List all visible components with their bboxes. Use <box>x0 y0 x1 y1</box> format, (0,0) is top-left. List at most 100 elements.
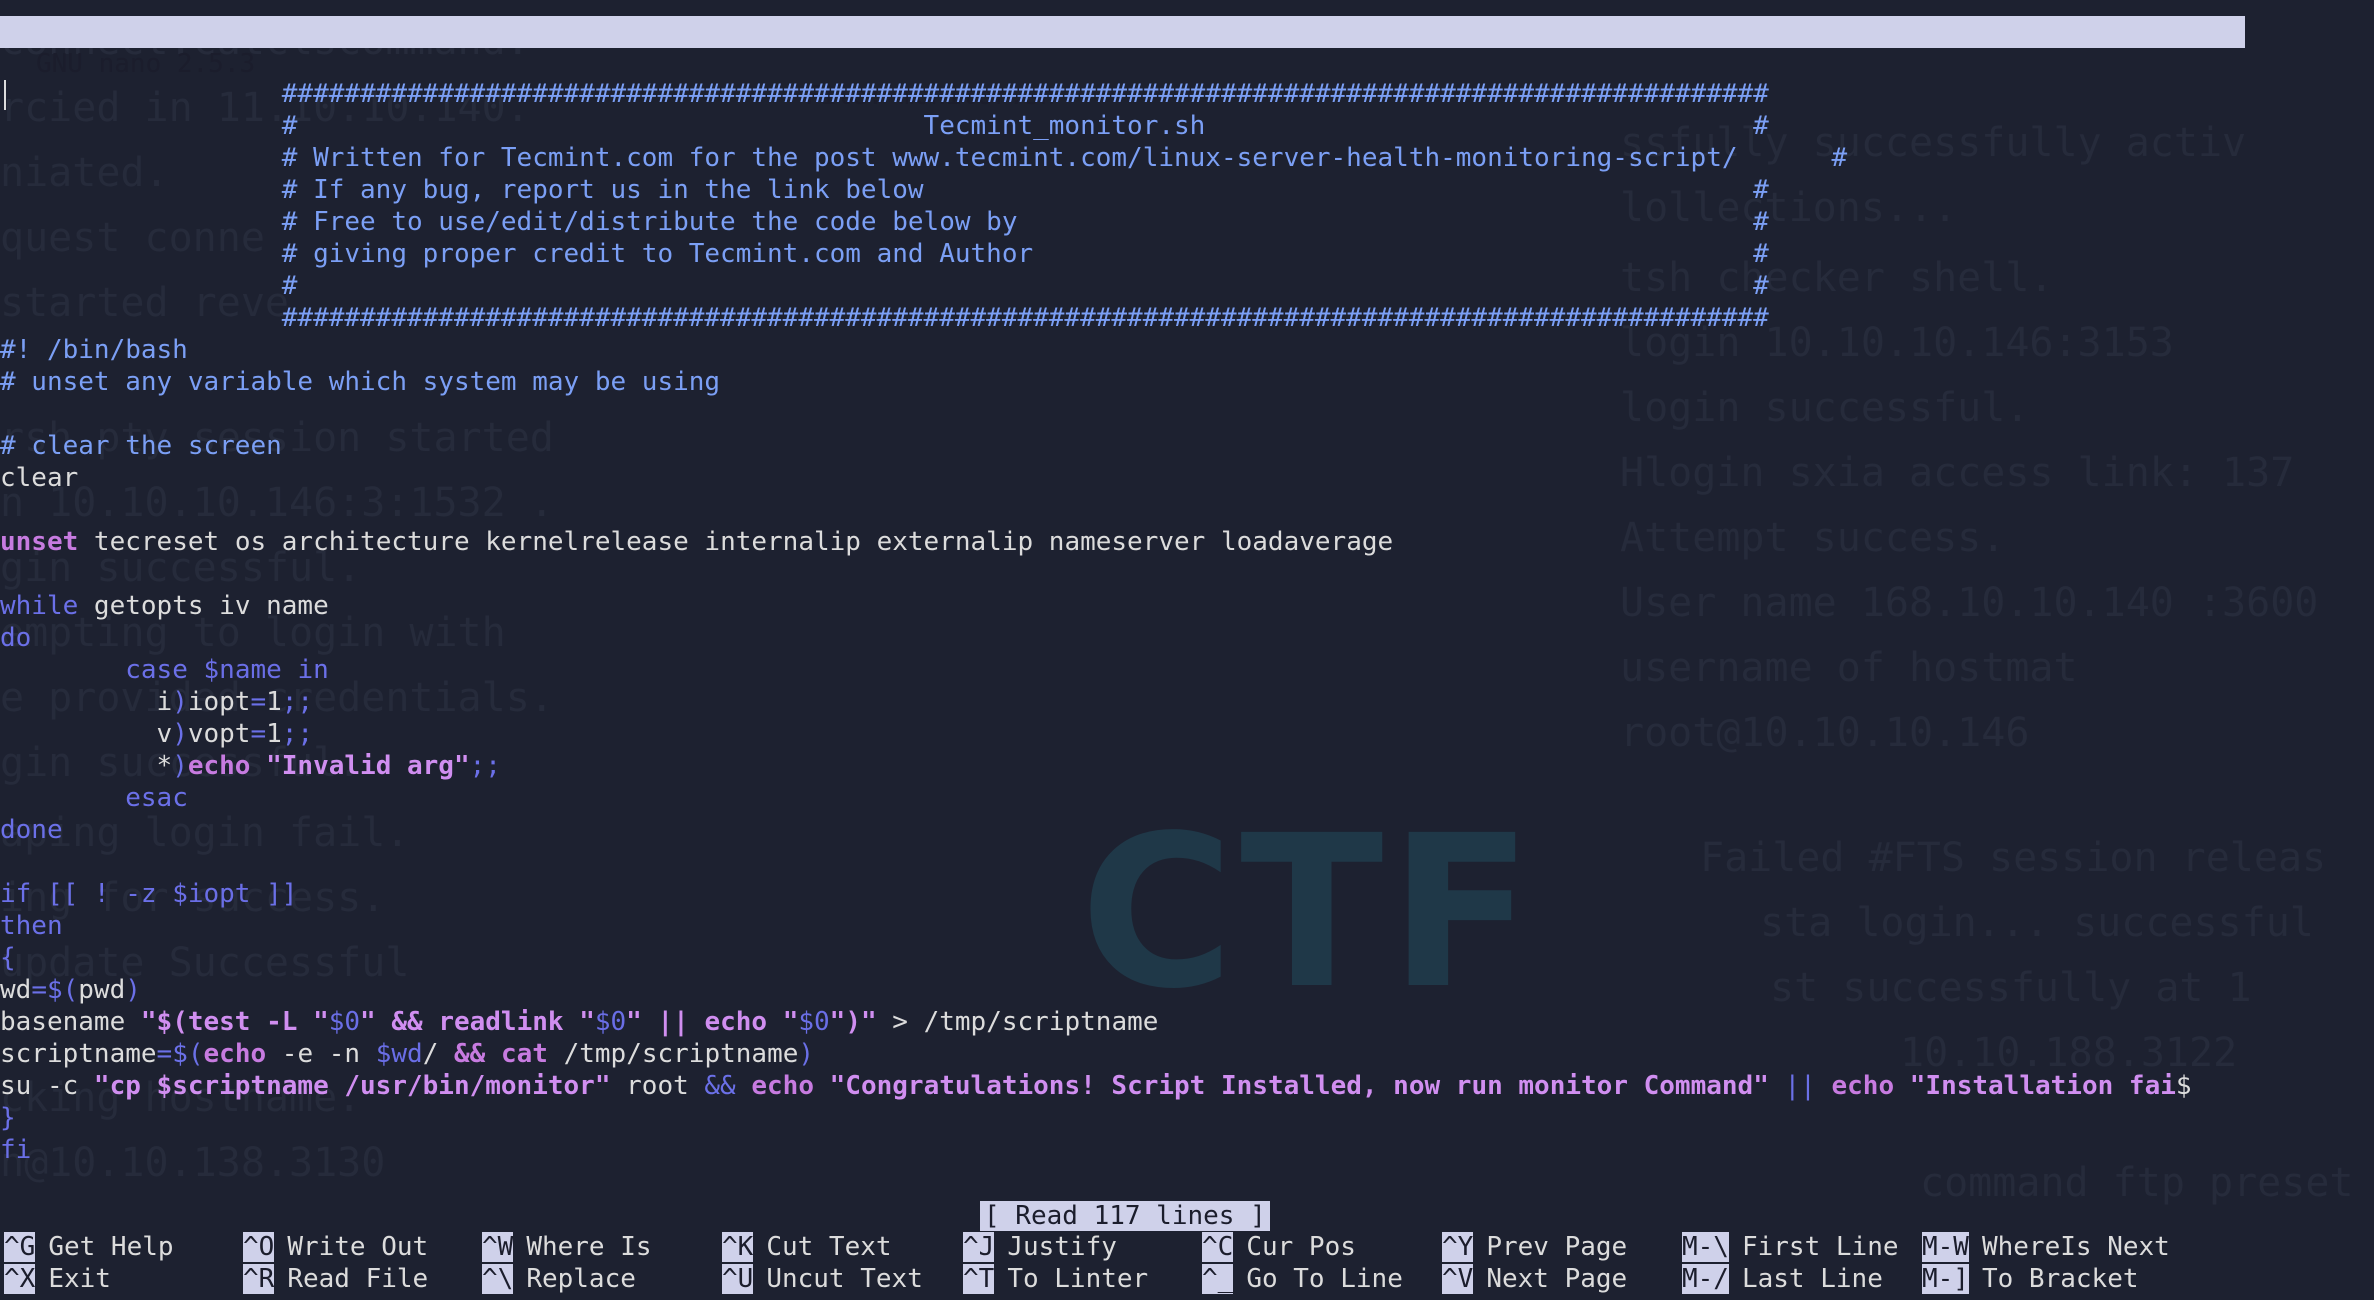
code-token: $iopt <box>172 879 251 909</box>
shortcut-item[interactable]: ^C Cur Pos <box>1202 1231 1356 1263</box>
editor-line[interactable]: case $name in <box>0 654 2192 686</box>
shortcut-item[interactable]: ^R Read File <box>243 1263 428 1295</box>
shortcut-key: ^\ <box>482 1264 514 1294</box>
code-token: > /tmp/scriptname <box>876 1007 1159 1037</box>
editor-line[interactable]: { <box>0 942 2192 974</box>
shortcut-item[interactable]: ^X Exit <box>4 1263 111 1295</box>
editor-line[interactable]: ########################################… <box>0 302 2192 334</box>
editor-line[interactable]: clear <box>0 462 2192 494</box>
code-token: # Written for Tecmint.com for the post w… <box>0 143 1848 173</box>
editor-line[interactable]: # If any bug, report us in the link belo… <box>0 174 2192 206</box>
editor-line[interactable]: wd=$(pwd) <box>0 974 2192 1006</box>
shortcut-item[interactable]: ^_ Go To Line <box>1202 1263 1403 1295</box>
shortcut-label: Exit <box>48 1264 111 1294</box>
editor-line[interactable]: fi <box>0 1134 2192 1166</box>
editor-line[interactable]: v)vopt=1;; <box>0 718 2192 750</box>
shortcut-item[interactable]: ^Y Prev Page <box>1442 1231 1627 1263</box>
shortcut-label: To Bracket <box>1981 1264 2139 1294</box>
editor-line[interactable]: basename "$(test -L "$0" && readlink "$0… <box>0 1006 2192 1038</box>
editor-line[interactable] <box>0 558 2192 590</box>
editor-line[interactable]: esac <box>0 782 2192 814</box>
shortcut-key: M-] <box>1922 1264 1969 1294</box>
code-token: v <box>0 719 173 749</box>
code-token: echo <box>1831 1071 1895 1101</box>
editor-text-area[interactable]: ########################################… <box>0 78 2192 1166</box>
code-token: unset <box>0 527 79 557</box>
code-token: # Tecmint_monitor.sh # <box>0 111 1769 141</box>
editor-line[interactable]: *)echo "Invalid arg";; <box>0 750 2192 782</box>
terminal-window[interactable]: connect.catclscommand.rcied in 11.10.10.… <box>0 0 2374 1300</box>
editor-line[interactable]: #! /bin/bash <box>0 334 2192 366</box>
editor-line[interactable]: if [[ ! -z $iopt ]] <box>0 878 2192 910</box>
code-token: $0 <box>328 1007 361 1037</box>
code-token: pwd <box>78 975 126 1005</box>
editor-line[interactable]: # giving proper credit to Tecmint.com an… <box>0 238 2192 270</box>
shortcut-item[interactable]: M-/ Last Line <box>1682 1263 1883 1295</box>
shortcut-item[interactable]: ^G Get Help <box>4 1231 174 1263</box>
code-token: vopt <box>187 719 251 749</box>
editor-line[interactable]: do <box>0 622 2192 654</box>
editor-line[interactable]: scriptname=$(echo -e -n $wd/ && cat /tmp… <box>0 1038 2192 1070</box>
editor-line[interactable]: } <box>0 1102 2192 1134</box>
shortcut-item[interactable]: M-W WhereIs Next <box>1922 1231 2170 1263</box>
editor-line[interactable]: done <box>0 814 2192 846</box>
shortcut-item[interactable]: M-] To Bracket <box>1922 1263 2139 1295</box>
editor-line[interactable]: while getopts iv name <box>0 590 2192 622</box>
shortcut-key: ^W <box>482 1232 514 1262</box>
editor-line[interactable]: unset tecreset os architecture kernelrel… <box>0 526 2192 558</box>
editor-line[interactable]: # unset any variable which system may be… <box>0 366 2192 398</box>
shortcut-item[interactable]: ^\ Replace <box>482 1263 636 1295</box>
shortcut-key: ^T <box>963 1264 995 1294</box>
shortcut-item[interactable]: ^J Justify <box>963 1231 1117 1263</box>
code-token: { <box>0 943 16 973</box>
code-token: -e -n <box>266 1039 376 1069</box>
code-token: = <box>250 719 267 749</box>
code-token: ########################################… <box>0 79 1769 109</box>
code-token: && <box>704 1071 736 1101</box>
code-token: if [[ ! -z <box>0 879 173 909</box>
editor-line[interactable]: # Tecmint_monitor.sh # <box>0 110 2192 142</box>
code-token: ]] <box>250 879 298 909</box>
editor-line[interactable]: # Free to use/edit/distribute the code b… <box>0 206 2192 238</box>
code-token: = <box>250 687 267 717</box>
shortcut-item[interactable]: M-\ First Line <box>1682 1231 1899 1263</box>
editor-line[interactable]: # clear the screen <box>0 430 2192 462</box>
editor-line[interactable]: ########################################… <box>0 78 2192 110</box>
shortcut-label: WhereIs Next <box>1981 1232 2170 1262</box>
shortcut-label: Cut Text <box>766 1232 892 1262</box>
code-token: in <box>297 655 329 685</box>
code-token: while <box>0 591 79 621</box>
editor-line[interactable] <box>0 846 2192 878</box>
editor-line[interactable]: # Written for Tecmint.com for the post w… <box>0 142 2192 174</box>
shortcut-key: ^U <box>722 1264 754 1294</box>
shortcut-item[interactable]: ^U Uncut Text <box>722 1263 923 1295</box>
code-token: ")" <box>829 1007 877 1037</box>
shortcut-item[interactable]: ^O Write Out <box>243 1231 428 1263</box>
editor-line[interactable] <box>0 494 2192 526</box>
editor-line[interactable]: # # <box>0 270 2192 302</box>
code-token: scriptname <box>0 1039 157 1069</box>
shortcut-bar: ^G Get Help ^O Write Out ^W Where Is ^K Cut Tex… <box>0 1231 2374 1295</box>
editor-line[interactable]: then <box>0 910 2192 942</box>
code-token: then <box>0 911 63 941</box>
code-token: $wd <box>375 1039 423 1069</box>
code-token: # clear the screen <box>0 431 282 461</box>
code-token: } <box>0 1103 16 1133</box>
code-token: " || echo " <box>626 1007 799 1037</box>
shortcut-item[interactable]: ^T To Linter <box>963 1263 1148 1295</box>
shortcut-item[interactable]: ^W Where Is <box>482 1231 652 1263</box>
editor-line[interactable]: su -c "cp $scriptname /usr/bin/monitor" … <box>0 1070 2192 1102</box>
code-token: # unset any variable which system may be… <box>0 367 721 397</box>
editor-line[interactable]: i)iopt=1;; <box>0 686 2192 718</box>
shortcut-item[interactable]: ^V Next Page <box>1442 1263 1627 1295</box>
code-token: $ <box>2175 1071 2192 1101</box>
shortcut-label: First Line <box>1741 1232 1899 1262</box>
editor-line[interactable] <box>0 398 2192 430</box>
shortcut-item[interactable]: ^K Cut Text <box>722 1231 892 1263</box>
code-token: esac <box>125 783 188 813</box>
